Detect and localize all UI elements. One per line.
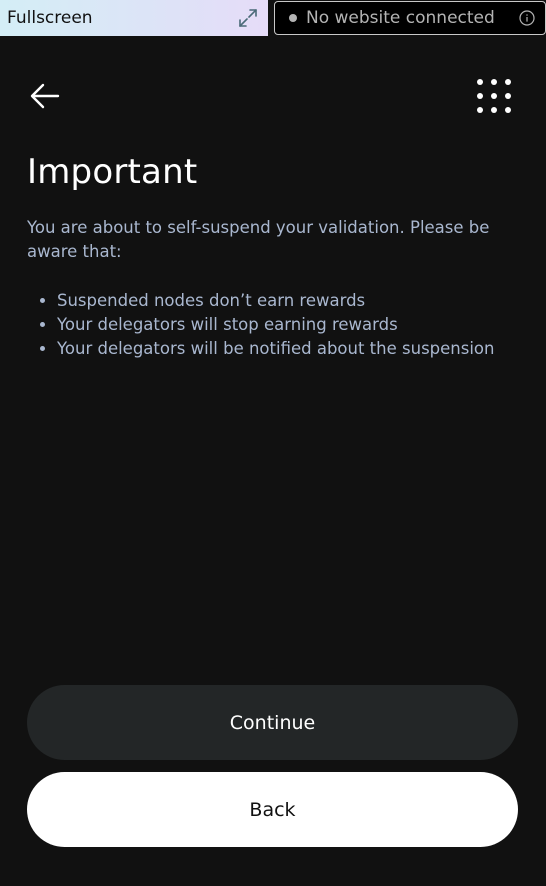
info-icon[interactable]	[519, 10, 535, 26]
connection-status-label: No website connected	[306, 8, 495, 28]
arrow-left-icon[interactable]	[30, 82, 60, 110]
expand-arrows-icon	[239, 9, 257, 27]
fullscreen-button[interactable]: Fullscreen	[0, 0, 268, 36]
list-item: Suspended nodes don’t earn rewards	[57, 289, 517, 313]
connection-status[interactable]: No website connected	[274, 1, 546, 35]
list-item: Your delegators will stop earning reward…	[57, 313, 517, 337]
fullscreen-label: Fullscreen	[7, 8, 93, 28]
extension-topbar: Fullscreen No website connected	[0, 0, 546, 36]
page-title: Important	[27, 152, 198, 192]
grid-dots-icon[interactable]	[476, 78, 512, 114]
back-button[interactable]: Back	[27, 772, 518, 847]
status-dot	[289, 14, 297, 22]
intro-text: You are about to self-suspend your valid…	[27, 218, 490, 261]
continue-button[interactable]: Continue	[27, 685, 518, 760]
warning-list: Suspended nodes don’t earn rewards Your …	[27, 289, 517, 361]
list-item: Your delegators will be notified about t…	[57, 337, 517, 361]
